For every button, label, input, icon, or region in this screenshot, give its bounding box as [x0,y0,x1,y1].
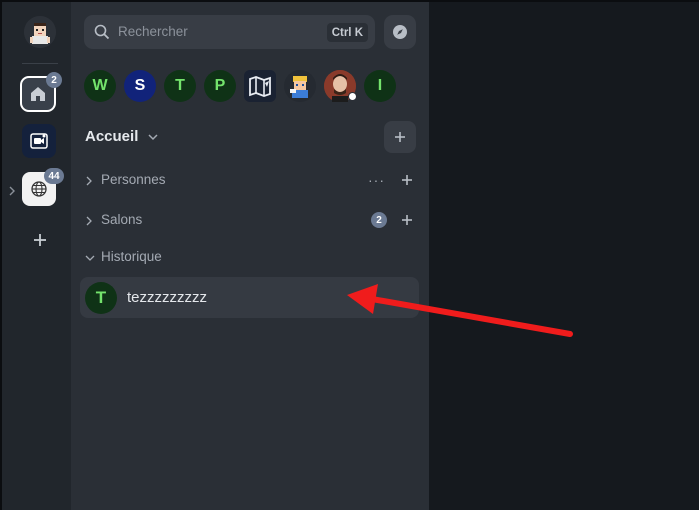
annotation-arrow-icon [347,284,573,337]
